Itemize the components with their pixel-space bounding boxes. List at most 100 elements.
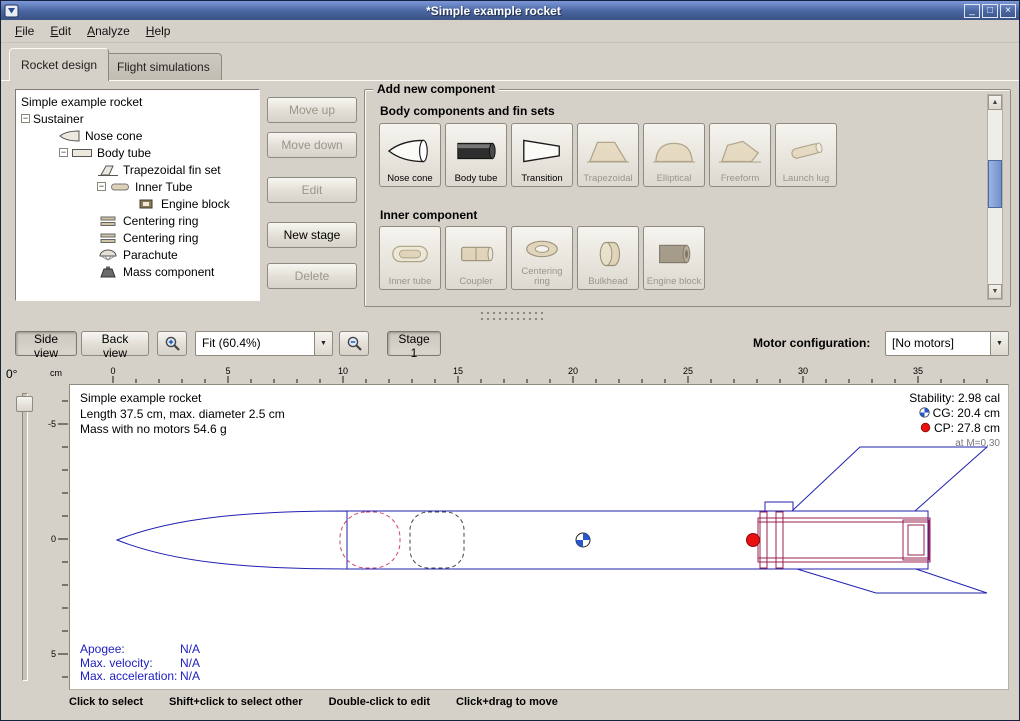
svg-text:30: 30 xyxy=(798,366,808,376)
tree-item-nose-cone[interactable]: Nose cone xyxy=(16,127,259,144)
svg-text:35: 35 xyxy=(913,366,923,376)
cg-marker xyxy=(576,533,590,547)
nosecone-icon xyxy=(387,127,433,174)
launchlug-icon xyxy=(783,127,829,174)
max-acceleration-value: N/A xyxy=(180,669,200,683)
component-button-label: Bulkhead xyxy=(588,277,628,287)
tree-item-label: Centering ring xyxy=(123,231,198,245)
tab-rocket-design[interactable]: Rocket design xyxy=(9,48,109,81)
tree-collapse-icon[interactable]: − xyxy=(21,114,30,123)
window-controls: _ □ × xyxy=(964,4,1016,18)
scroll-up-icon[interactable]: ▲ xyxy=(988,95,1002,110)
svg-text:25: 25 xyxy=(683,366,693,376)
add-transition-button[interactable]: Transition xyxy=(511,123,573,187)
tree-item-body-tube[interactable]: −Body tube xyxy=(16,144,259,161)
tree-item-centering-ring[interactable]: Centering ring xyxy=(16,229,259,246)
parachute-shape[interactable] xyxy=(340,512,400,568)
status-hints: Click to selectShift+click to select oth… xyxy=(1,696,1019,708)
motor-mount-group[interactable] xyxy=(758,512,930,568)
launch-lug-shape[interactable] xyxy=(765,502,793,511)
maximize-button[interactable]: □ xyxy=(982,4,998,18)
close-button[interactable]: × xyxy=(1000,4,1016,18)
view-toolbar: Side view Back view Fit (60.4%) ▼ Stage … xyxy=(1,331,1019,356)
move-down-button: Move down xyxy=(267,132,357,158)
add-body-tube-button[interactable]: Body tube xyxy=(445,123,507,187)
window-icon xyxy=(4,4,19,18)
stage-1-toggle[interactable]: Stage 1 xyxy=(387,331,441,356)
tree-item-label: Trapezoidal fin set xyxy=(123,163,221,177)
add-nose-cone-button[interactable]: Nose cone xyxy=(379,123,441,187)
tab-flight-simulations[interactable]: Flight simulations xyxy=(105,53,222,80)
tree-item-engine-block[interactable]: Engine block xyxy=(16,195,259,212)
chevron-down-icon[interactable]: ▼ xyxy=(990,332,1008,355)
v-ruler-svg: -505 xyxy=(47,384,69,690)
minimize-button[interactable]: _ xyxy=(964,4,980,18)
rotation-slider-thumb[interactable] xyxy=(16,396,33,412)
add-elliptical-button: Elliptical xyxy=(643,123,705,187)
tree-item-label: Inner Tube xyxy=(135,180,192,194)
zoom-level-select[interactable]: Fit (60.4%) ▼ xyxy=(195,331,333,356)
stability-value: Stability: 2.98 cal xyxy=(909,391,1000,406)
menu-bar: File Edit Analyze Help xyxy=(1,20,1019,43)
tree-item-simple-example-rocket[interactable]: Simple example rocket xyxy=(16,93,259,110)
chevron-down-icon[interactable]: ▼ xyxy=(314,332,332,355)
tree-item-sustainer[interactable]: −Sustainer xyxy=(16,110,259,127)
cg-icon xyxy=(919,407,930,418)
fin-bottom-shape[interactable] xyxy=(797,569,987,593)
status-hint: Double-click to edit xyxy=(329,696,430,708)
centering-ring-shape xyxy=(776,512,783,568)
motor-config-value: [No motors] xyxy=(886,332,990,355)
scrollbar-track[interactable] xyxy=(988,110,1002,284)
fin-top-shape[interactable] xyxy=(792,447,987,511)
tree-item-centering-ring[interactable]: Centering ring xyxy=(16,212,259,229)
zoom-out-button[interactable] xyxy=(339,331,369,356)
zoom-in-button[interactable] xyxy=(157,331,187,356)
mass-component-shape[interactable] xyxy=(410,512,464,568)
component-tree[interactable]: Simple example rocket−SustainerNose cone… xyxy=(15,89,260,301)
zoom-level-value: Fit (60.4%) xyxy=(196,332,314,355)
add-component-panel: Add new component Body components and fi… xyxy=(364,89,1011,307)
motor-config-label: Motor configuration: xyxy=(753,331,870,356)
tree-item-trapezoidal-fin-set[interactable]: Trapezoidal fin set xyxy=(16,161,259,178)
nose-cone-shape[interactable] xyxy=(117,511,347,569)
max-velocity-value: N/A xyxy=(180,656,200,670)
menu-help[interactable]: Help xyxy=(138,21,179,41)
rocket-mass: Mass with no motors 54.6 g xyxy=(80,422,285,438)
menu-file[interactable]: File xyxy=(7,21,42,41)
tree-item-parachute[interactable]: Parachute xyxy=(16,246,259,263)
centeringring-icon xyxy=(519,230,565,267)
rotation-slider[interactable] xyxy=(22,393,28,681)
title-bar[interactable]: *Simple example rocket _ □ × xyxy=(1,1,1019,20)
svg-text:0: 0 xyxy=(51,534,56,544)
max-acceleration-label: Max. acceleration: xyxy=(80,670,180,684)
tree-item-inner-tube[interactable]: − Inner Tube xyxy=(16,178,259,195)
svg-text:5: 5 xyxy=(225,366,230,376)
splitter-handle[interactable] xyxy=(479,310,543,322)
apogee-value: N/A xyxy=(180,642,200,656)
menu-analyze[interactable]: Analyze xyxy=(79,21,138,41)
zoom-out-icon xyxy=(346,335,363,352)
innertube-icon xyxy=(109,181,131,193)
group-title: Add new component xyxy=(373,82,499,96)
side-view-button[interactable]: Side view xyxy=(15,331,77,356)
body-tube-shape[interactable] xyxy=(347,511,928,569)
motor-config-select[interactable]: [No motors] ▼ xyxy=(885,331,1009,356)
rocket-canvas[interactable]: Simple example rocket Length 37.5 cm, ma… xyxy=(69,384,1009,690)
transition-icon xyxy=(519,127,565,174)
add-launch-lug-button: Launch lug xyxy=(775,123,837,187)
tree-collapse-icon[interactable]: − xyxy=(97,182,106,191)
scrollbar-thumb[interactable] xyxy=(988,160,1002,208)
tree-item-mass-component[interactable]: Mass component xyxy=(16,263,259,280)
new-stage-button[interactable]: New stage xyxy=(267,222,357,248)
menu-edit[interactable]: Edit xyxy=(42,21,79,41)
cp-value: CP: 27.8 cm xyxy=(934,421,1000,435)
engine-block-shape xyxy=(903,520,929,560)
add-bulkhead-button: Bulkhead xyxy=(577,226,639,290)
engineblock-icon xyxy=(135,198,157,210)
max-acceleration-row: Max. acceleration:N/A xyxy=(80,670,200,684)
tree-item-label: Engine block xyxy=(161,197,230,211)
add-engine-block-button: Engine block xyxy=(643,226,705,290)
back-view-button[interactable]: Back view xyxy=(81,331,149,356)
tree-collapse-icon[interactable]: − xyxy=(59,148,68,157)
scroll-down-icon[interactable]: ▼ xyxy=(988,284,1002,299)
